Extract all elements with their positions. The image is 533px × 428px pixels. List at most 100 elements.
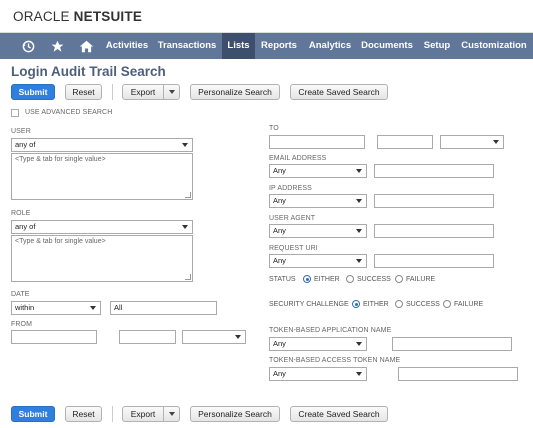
chevron-down-icon [356, 372, 362, 376]
use-advanced-search-label: USE ADVANCED SEARCH [25, 109, 113, 116]
to-time-input[interactable] [377, 135, 433, 149]
page-title: Login Audit Trail Search [11, 64, 166, 79]
date-operator-value: within [15, 303, 35, 312]
request-uri-operator-select[interactable]: Any [269, 254, 367, 268]
export-menu-button-bottom[interactable] [163, 406, 180, 422]
nav-analytics[interactable]: Analytics [304, 33, 356, 59]
email-operator-select[interactable]: Any [269, 164, 367, 178]
date-operator-select[interactable]: within [11, 301, 101, 315]
header-bar: ORACLE NETSUITE [0, 0, 533, 33]
token-app-input[interactable] [392, 337, 512, 351]
status-success-label: SUCCESS [357, 276, 391, 283]
create-saved-search-button[interactable]: Create Saved Search [290, 84, 388, 100]
user-operator-value: any of [15, 140, 36, 149]
role-placeholder: <Type & tab for single value> [15, 238, 106, 245]
status-either-radio[interactable] [303, 275, 311, 283]
export-button-bottom[interactable]: Export [122, 406, 164, 422]
token-access-input[interactable] [398, 367, 518, 381]
use-advanced-search-checkbox[interactable] [11, 109, 19, 117]
from-date-input[interactable] [11, 330, 97, 344]
status-failure-label: FAILURE [406, 276, 436, 283]
challenge-failure-label: FAILURE [454, 301, 484, 308]
chevron-down-icon [356, 342, 362, 346]
logo-netsuite: NETSUITE [73, 9, 143, 24]
token-app-operator-select[interactable]: Any [269, 337, 367, 351]
nav-reports[interactable]: Reports [257, 33, 301, 59]
submit-button-bottom[interactable]: Submit [11, 406, 55, 422]
chevron-down-icon [182, 143, 188, 147]
nav-documents[interactable]: Documents [358, 33, 416, 59]
user-agent-operator-select[interactable]: Any [269, 224, 367, 238]
user-agent-input[interactable] [374, 224, 494, 238]
role-multi-input[interactable]: <Type & tab for single value> [11, 235, 193, 282]
date-range-input[interactable]: All [110, 301, 217, 315]
reset-button-bottom[interactable]: Reset [65, 406, 102, 422]
history-icon[interactable] [16, 33, 40, 59]
status-label: STATUS [269, 276, 296, 283]
ip-address-label: IP ADDRESS [269, 185, 312, 192]
to-date-input[interactable] [269, 135, 365, 149]
chevron-down-icon [90, 306, 96, 310]
nav-activities[interactable]: Activities [101, 33, 153, 59]
token-app-label: TOKEN-BASED APPLICATION NAME [269, 327, 392, 334]
token-access-label: TOKEN-BASED ACCESS TOKEN NAME [269, 357, 401, 364]
request-uri-input[interactable] [374, 254, 494, 268]
chevron-down-icon [235, 335, 241, 339]
personalize-search-button[interactable]: Personalize Search [190, 84, 280, 100]
request-uri-operator-value: Any [273, 256, 286, 265]
token-app-operator-value: Any [273, 339, 286, 348]
status-success-radio[interactable] [346, 275, 354, 283]
chevron-down-icon [356, 229, 362, 233]
oracle-netsuite-logo[interactable]: ORACLE NETSUITE [13, 9, 142, 24]
security-challenge-label: SECURITY CHALLENGE [269, 301, 349, 308]
nav-lists[interactable]: Lists [222, 33, 255, 59]
export-button[interactable]: Export [122, 84, 164, 100]
role-operator-value: any of [15, 222, 36, 231]
create-saved-search-button-bottom[interactable]: Create Saved Search [290, 406, 388, 422]
reset-button[interactable]: Reset [65, 84, 102, 100]
home-icon[interactable] [74, 33, 98, 59]
nav-setup[interactable]: Setup [419, 33, 455, 59]
user-label: USER [11, 128, 31, 135]
challenge-either-label: EITHER [363, 301, 389, 308]
user-agent-label: USER AGENT [269, 215, 316, 222]
resize-grip-icon[interactable] [185, 192, 191, 198]
to-ampm-select[interactable] [440, 135, 504, 149]
user-multi-input[interactable]: <Type & tab for single value> [11, 153, 193, 200]
challenge-failure-radio[interactable] [443, 300, 451, 308]
export-menu-button[interactable] [163, 84, 180, 100]
to-label: TO [269, 125, 279, 132]
nav-customization[interactable]: Customization [460, 33, 528, 59]
star-icon[interactable] [45, 33, 69, 59]
personalize-search-button-bottom[interactable]: Personalize Search [190, 406, 280, 422]
chevron-down-icon [356, 259, 362, 263]
logo-oracle: ORACLE [13, 9, 70, 24]
token-access-operator-value: Any [273, 369, 286, 378]
challenge-either-radio[interactable] [352, 300, 360, 308]
user-agent-operator-value: Any [273, 226, 286, 235]
email-input[interactable] [374, 164, 494, 178]
chevron-down-icon [356, 169, 362, 173]
ip-operator-select[interactable]: Any [269, 194, 367, 208]
from-ampm-select[interactable] [182, 330, 246, 344]
challenge-success-radio[interactable] [395, 300, 403, 308]
nav-transactions[interactable]: Transactions [155, 33, 219, 59]
chevron-down-icon [493, 140, 499, 144]
email-label: EMAIL ADDRESS [269, 155, 327, 162]
ip-address-input[interactable] [374, 194, 494, 208]
submit-button[interactable]: Submit [11, 84, 55, 100]
status-either-label: EITHER [314, 276, 340, 283]
email-operator-value: Any [273, 166, 286, 175]
challenge-success-label: SUCCESS [406, 301, 440, 308]
request-uri-label: REQUEST URI [269, 245, 318, 252]
main-nav: Activities Transactions Lists Reports An… [0, 33, 533, 59]
status-failure-radio[interactable] [395, 275, 403, 283]
role-operator-select[interactable]: any of [11, 220, 193, 234]
resize-grip-icon[interactable] [185, 274, 191, 280]
user-operator-select[interactable]: any of [11, 138, 193, 152]
date-label: DATE [11, 291, 30, 298]
chevron-down-icon [356, 199, 362, 203]
ip-operator-value: Any [273, 196, 286, 205]
token-access-operator-select[interactable]: Any [269, 367, 367, 381]
from-time-input[interactable] [119, 330, 176, 344]
